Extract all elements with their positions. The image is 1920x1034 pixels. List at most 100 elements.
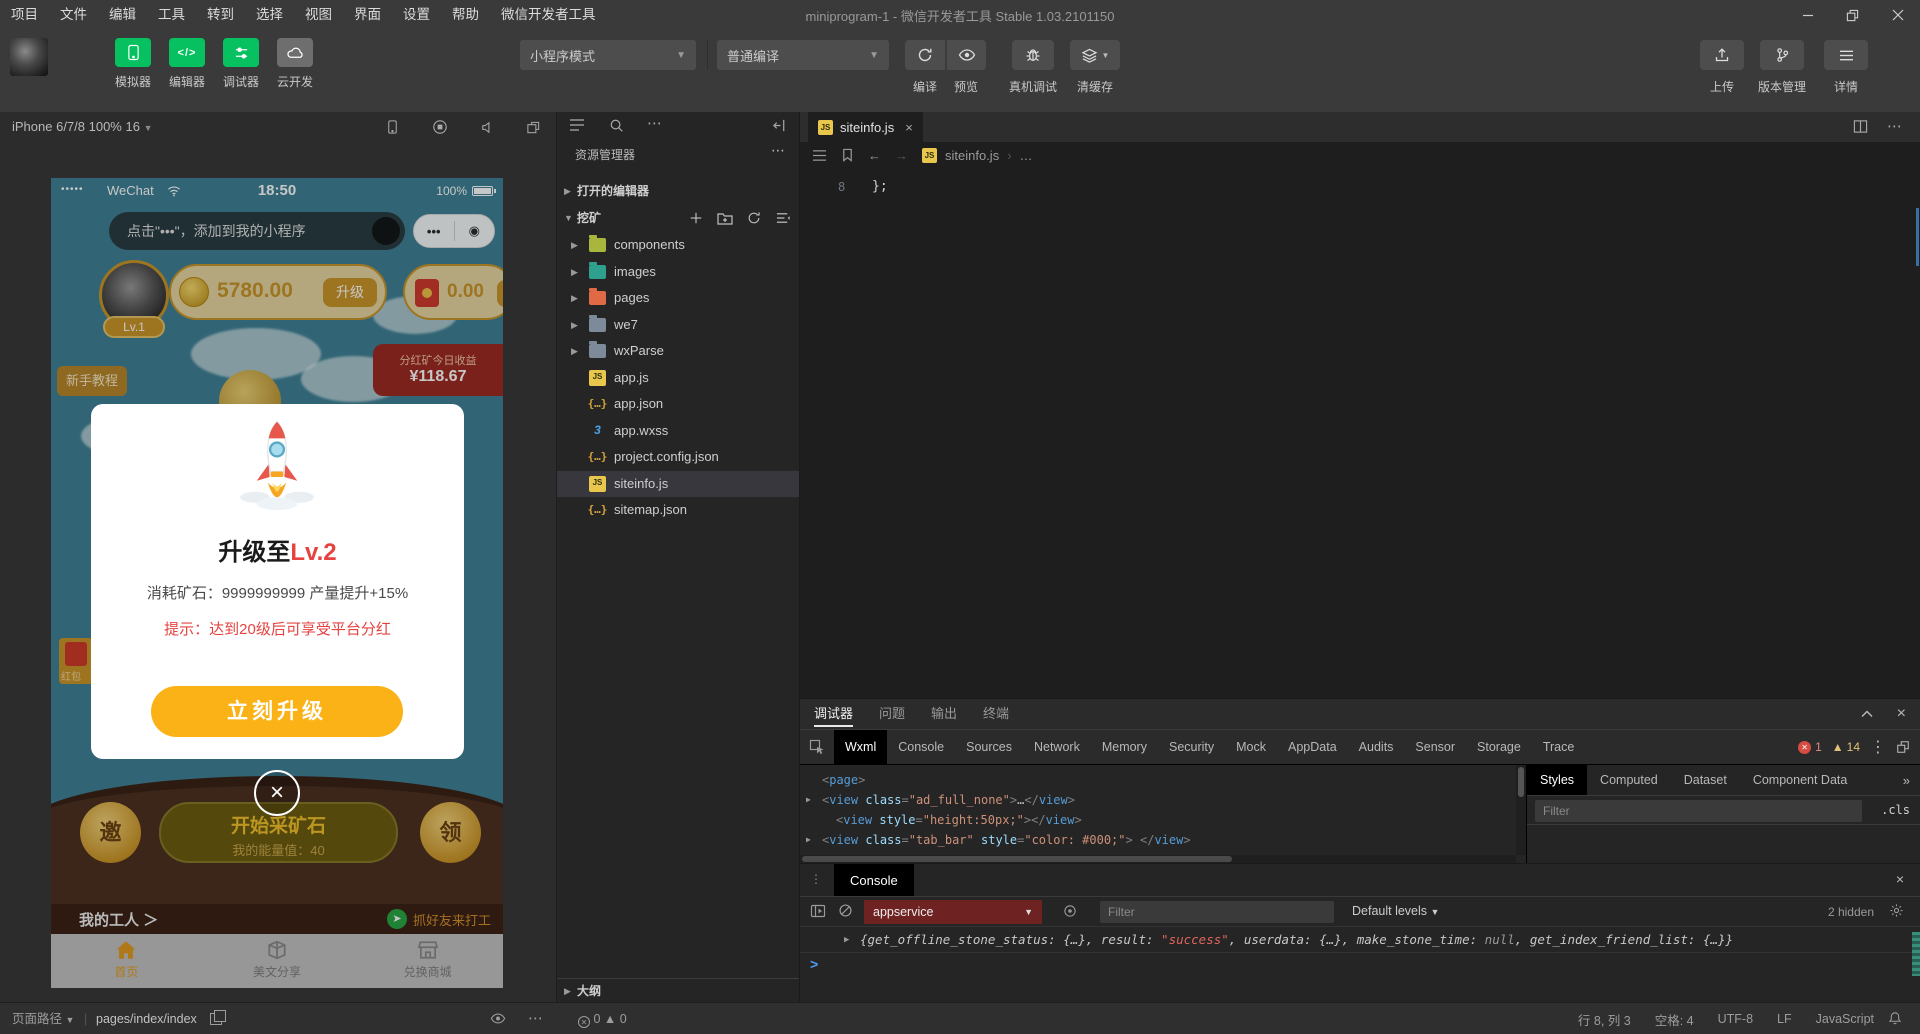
breadcrumb-more[interactable]: …	[1020, 148, 1033, 163]
console-log-row[interactable]: ▶ {get_offline_stone_status: {…}, result…	[800, 926, 1920, 953]
collapse-all-icon[interactable]	[775, 205, 791, 231]
new-file-icon[interactable]	[688, 205, 704, 231]
mode-select[interactable]: 小程序模式 ▼	[520, 40, 696, 70]
upgrade-now-button[interactable]: 立刻升级	[151, 686, 403, 737]
清缓存-button[interactable]: ▼	[1070, 40, 1120, 70]
restore-button[interactable]	[1830, 0, 1875, 30]
split-editor-icon[interactable]	[1853, 119, 1868, 134]
menu-item-项目[interactable]: 项目	[0, 0, 49, 30]
statusbar-language-mode[interactable]: JavaScript	[1816, 1012, 1874, 1026]
styles-tab-Component Data[interactable]: Component Data	[1740, 765, 1861, 795]
undock-icon[interactable]	[1896, 740, 1910, 754]
editor-more-icon[interactable]: ⋯	[1887, 117, 1902, 135]
overflow-icon[interactable]: »	[1903, 765, 1920, 795]
wxml-node[interactable]: <view style="height:50px;"></view>	[800, 810, 1526, 830]
console-settings-icon[interactable]	[1889, 903, 1904, 918]
styles-tab-Computed[interactable]: Computed	[1587, 765, 1671, 795]
file-siteinfo.js[interactable]: JS siteinfo.js	[557, 470, 799, 497]
wxml-hscrollbar[interactable]	[800, 855, 1516, 863]
file-wxParse[interactable]: ▶ wxParse	[557, 338, 799, 365]
editor-tab-siteinfo[interactable]: JS siteinfo.js ×	[808, 112, 923, 142]
menu-item-帮助[interactable]: 帮助	[441, 0, 490, 30]
file-pages[interactable]: ▶ pages	[557, 285, 799, 312]
console-tab[interactable]: Console	[834, 864, 914, 896]
devtools-tab-Audits[interactable]: Audits	[1348, 730, 1405, 764]
clear-console-icon[interactable]	[838, 903, 853, 918]
close-panel-icon[interactable]: ×	[1897, 705, 1906, 723]
console-scrollbar[interactable]	[1912, 932, 1920, 976]
menu-item-微信开发者工具[interactable]: 微信开发者工具	[490, 0, 607, 30]
上传-button[interactable]	[1700, 40, 1744, 70]
user-avatar[interactable]	[10, 38, 48, 76]
problems-indicator[interactable]: ✕ 0 ▲ 0	[578, 1003, 627, 1034]
预览-button[interactable]	[946, 40, 986, 70]
compile-mode-select[interactable]: 普通编译 ▼	[717, 40, 889, 70]
wxml-node[interactable]: ▶ <view class="tab_bar" style="color: #00…	[800, 830, 1526, 850]
console-prompt[interactable]: >	[800, 953, 1920, 977]
console-filter-input[interactable]: Filter	[1100, 901, 1334, 923]
styles-filter-input[interactable]: Filter	[1535, 800, 1862, 822]
drag-handle-icon[interactable]: ⋮	[810, 872, 822, 886]
more-icon[interactable]: ⋯	[528, 1003, 543, 1034]
copy-path-icon[interactable]	[210, 1010, 226, 1025]
wxml-tree[interactable]: <page> ▶ <view class="ad_full_none">…</vie…	[800, 765, 1526, 863]
devtools-tab-Console[interactable]: Console	[887, 730, 955, 764]
file-components[interactable]: ▶ components	[557, 232, 799, 259]
styles-tab-Styles[interactable]: Styles	[1527, 765, 1588, 795]
menu-item-文件[interactable]: 文件	[49, 0, 98, 30]
minimize-button[interactable]	[1785, 0, 1830, 30]
debugger-tab-终端[interactable]: 终端	[983, 699, 1009, 729]
statusbar-indentation[interactable]: 空格: 4	[1655, 1010, 1694, 1029]
devtools-tab-Mock[interactable]: Mock	[1225, 730, 1277, 764]
close-console-icon[interactable]: ×	[1896, 871, 1904, 887]
devtools-tab-AppData[interactable]: AppData	[1277, 730, 1348, 764]
file-app.js[interactable]: JS app.js	[557, 365, 799, 392]
refresh-icon[interactable]	[746, 205, 762, 231]
devtools-tab-Security[interactable]: Security	[1158, 730, 1225, 764]
eye-icon[interactable]	[490, 1012, 506, 1025]
inspect-element-icon[interactable]	[800, 730, 834, 764]
menu-item-设置[interactable]: 设置	[392, 0, 441, 30]
真机调试-button[interactable]	[1012, 40, 1054, 70]
expand-node-icon[interactable]: ▶	[806, 790, 811, 810]
open-editors-section[interactable]: ▶ 打开的编辑器	[557, 178, 799, 204]
eye-toggle-icon[interactable]	[1062, 904, 1078, 918]
详情-button[interactable]	[1824, 40, 1868, 70]
devtools-tab-Network[interactable]: Network	[1023, 730, 1091, 764]
statusbar-encoding[interactable]: UTF-8	[1718, 1012, 1753, 1026]
detach-window-icon[interactable]	[524, 118, 542, 136]
编译-button[interactable]	[905, 40, 945, 70]
rotate-device-icon[interactable]	[383, 118, 401, 136]
debugger-tab-问题[interactable]: 问题	[879, 699, 905, 729]
mute-icon[interactable]	[478, 118, 496, 136]
expand-node-icon[interactable]: ▶	[806, 830, 811, 850]
stop-icon[interactable]	[431, 118, 449, 136]
devtools-menu-icon[interactable]: ⋮	[1870, 737, 1886, 757]
code-editor[interactable]: 8 };	[800, 168, 1920, 698]
编辑器-button[interactable]: </>	[169, 38, 205, 67]
device-selector[interactable]: iPhone 6/7/8 100% 16 ▼	[12, 112, 152, 143]
context-select[interactable]: appservice ▼	[864, 900, 1042, 924]
调试器-button[interactable]	[223, 38, 259, 67]
outline-list-icon[interactable]	[569, 118, 585, 132]
file-project.config.json[interactable]: {…} project.config.json	[557, 444, 799, 471]
debugger-tab-输出[interactable]: 输出	[931, 699, 957, 729]
cls-button[interactable]: .cls	[1881, 803, 1910, 817]
nav-back-icon[interactable]: ←	[868, 148, 881, 163]
sidebar-toggle-icon[interactable]	[810, 903, 826, 919]
menu-item-编辑[interactable]: 编辑	[98, 0, 147, 30]
模拟器-button[interactable]	[115, 38, 151, 67]
wxml-vscrollbar[interactable]	[1516, 765, 1526, 855]
devtools-tab-Sensor[interactable]: Sensor	[1404, 730, 1466, 764]
styles-tab-Dataset[interactable]: Dataset	[1671, 765, 1740, 795]
devtools-tab-Storage[interactable]: Storage	[1466, 730, 1532, 764]
statusbar-eol[interactable]: LF	[1777, 1012, 1792, 1026]
outline-section[interactable]: ▶ 大纲	[557, 978, 799, 1002]
outline-icon[interactable]	[812, 149, 827, 162]
devtools-tab-Sources[interactable]: Sources	[955, 730, 1023, 764]
modal-close-button[interactable]: ×	[254, 770, 300, 816]
explorer-more-icon[interactable]: ⋯	[771, 142, 785, 159]
file-images[interactable]: ▶ images	[557, 259, 799, 286]
devtools-tab-Wxml[interactable]: Wxml	[834, 730, 888, 764]
版本管理-button[interactable]	[1760, 40, 1804, 70]
